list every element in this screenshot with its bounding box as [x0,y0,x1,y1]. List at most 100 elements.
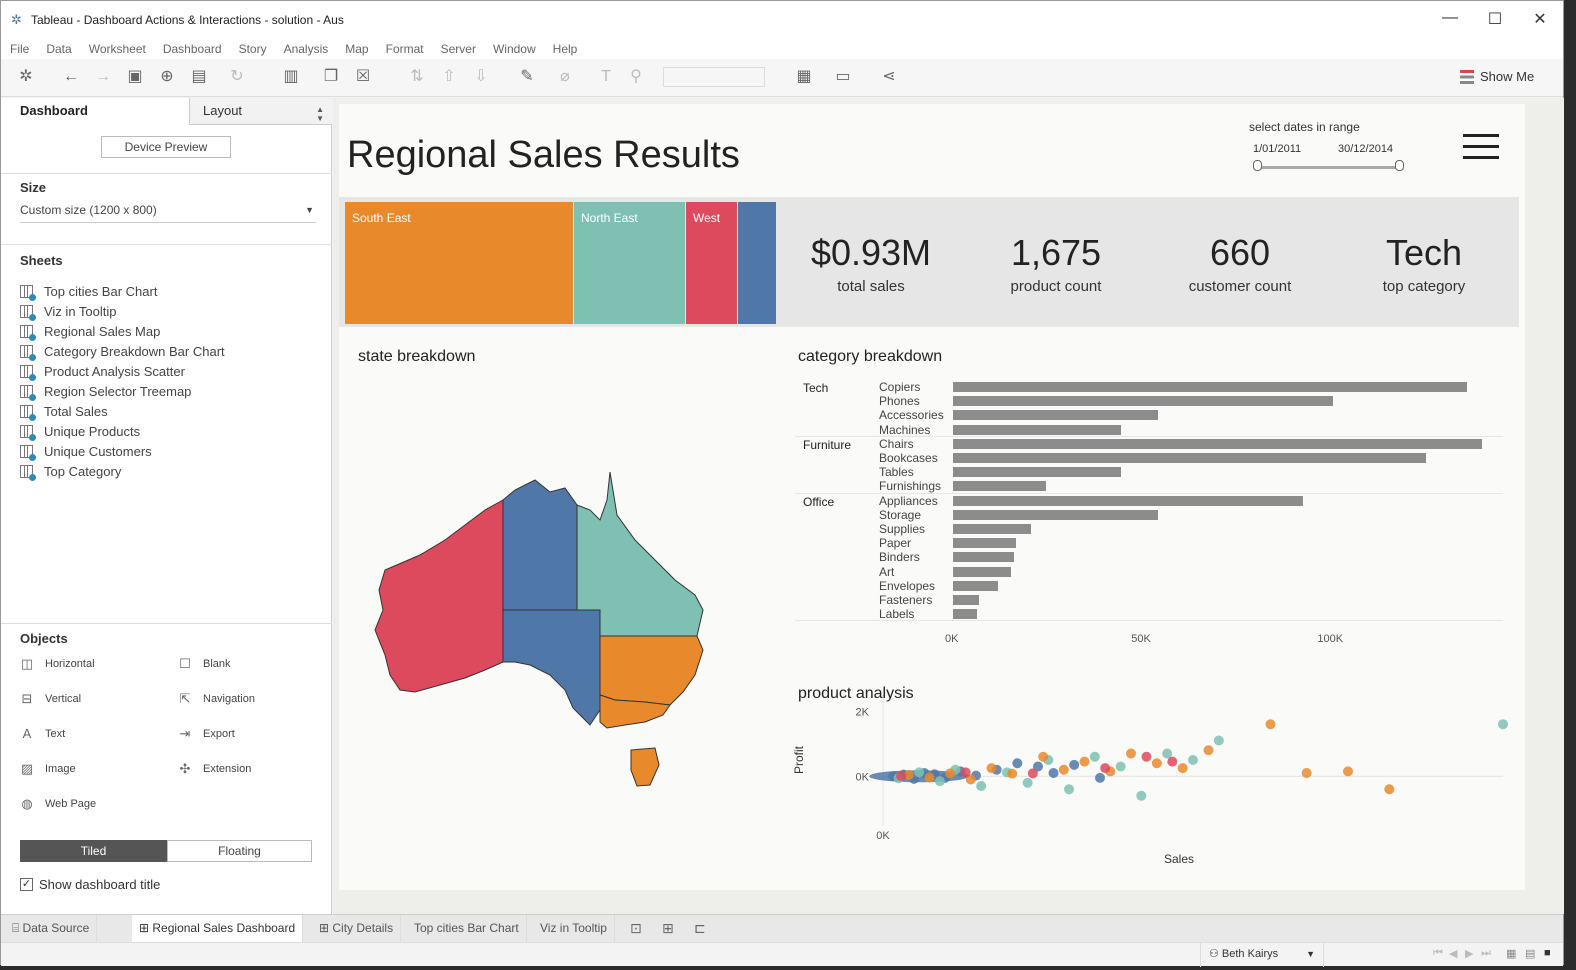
show-me-button[interactable]: Show Me [1460,69,1534,84]
sheet-item[interactable]: Total Sales [20,401,320,421]
sheet-item[interactable]: Viz in Tooltip [20,301,320,321]
object-extension[interactable]: ✣ Extension [178,761,252,777]
device-preview-button[interactable]: Device Preview [101,136,231,158]
sheet-sorter-icon[interactable]: ▦ [1506,947,1516,960]
scatter-point[interactable] [976,781,987,791]
scatter-point[interactable] [896,770,907,781]
scatter-point[interactable] [1384,784,1395,795]
sheet-item[interactable]: Category Breakdown Bar Chart [20,341,320,361]
scatter-point[interactable] [1136,790,1147,801]
scatter-point[interactable] [1301,768,1312,778]
tab-regional-sales-dashboard[interactable]: ⊞ Regional Sales Dashboard [132,915,304,942]
subcategory-bar[interactable] [953,509,1158,520]
presentation-mode-icon[interactable]: ▭ [832,67,854,87]
region-treemap[interactable]: South East North East West [345,202,777,324]
subcategory-bar[interactable] [953,424,1121,435]
fit-view-icon[interactable]: ▦ [793,67,815,87]
subcategory-bar[interactable] [953,580,998,591]
tiled-toggle[interactable]: Tiled [20,840,167,862]
scatter-point[interactable] [960,767,971,778]
product-scatter-plot[interactable]: 2K 0K 0K Profit Sales [787,677,1515,882]
scatter-point[interactable] [1100,763,1111,774]
filmstrip-icon[interactable]: ▤ [1525,947,1535,960]
date-end[interactable]: 30/12/2014 [1338,143,1393,155]
scatter-point[interactable] [1141,751,1152,762]
show-dashboard-title-checkbox[interactable]: ✓ Show dashboard title [20,877,160,892]
subcategory-bar[interactable] [953,524,1032,534]
tab-viz-in-tooltip[interactable]: Viz in Tooltip [533,915,615,942]
scatter-point[interactable] [1048,768,1059,778]
australia-map[interactable] [345,340,779,880]
user-menu[interactable]: ⚇ Beth Kairys ▼ [1200,943,1324,967]
sheet-item[interactable]: Unique Customers [20,441,320,461]
object-image[interactable]: ▨ Image [20,761,76,777]
map-region-tas[interactable] [630,747,660,787]
close-button[interactable]: ✕ [1525,9,1555,29]
scatter-point[interactable] [1167,756,1178,767]
menu-map[interactable]: Map [345,42,368,56]
clear-sheet-icon[interactable]: ☒ [352,67,374,87]
new-worksheet-icon[interactable]: ▥ [280,67,302,87]
object-blank[interactable]: ☐ Blank [178,656,230,672]
subcategory-bar[interactable] [953,566,1011,577]
sort-ascending-icon[interactable]: ⇧ [438,67,460,87]
highlight-icon[interactable]: ✎ [516,67,538,87]
scatter-point[interactable] [914,767,925,778]
slider-end-handle[interactable] [1395,160,1404,171]
size-dropdown[interactable]: Custom size (1200 x 800) ▼ [20,203,316,223]
tab-top-cities-bar-chart[interactable]: Top cities Bar Chart [407,915,527,942]
scatter-point[interactable] [1027,768,1038,779]
subcategory-bar[interactable] [953,467,1121,478]
scatter-point[interactable] [1188,755,1198,765]
scatter-point[interactable] [1213,735,1224,746]
slider-start-handle[interactable] [1253,160,1262,171]
fit-combo-box[interactable] [663,67,765,87]
treemap-cell[interactable]: West [686,202,737,324]
scatter-point[interactable] [945,768,956,779]
scatter-point[interactable] [1089,751,1100,762]
menu-help[interactable]: Help [553,42,578,56]
menu-analysis[interactable]: Analysis [284,42,329,56]
scatter-point[interactable] [1498,719,1508,730]
sheet-item[interactable]: Product Analysis Scatter [20,361,320,381]
menu-data[interactable]: Data [46,42,71,56]
previous-sheet-icon[interactable]: ◀ [1449,947,1457,960]
scatter-point[interactable] [1151,758,1162,769]
map-region-nt[interactable] [502,479,578,611]
date-range-filter[interactable]: select dates in range 1/01/2011 30/12/20… [1249,120,1419,180]
subcategory-bar[interactable] [953,495,1304,506]
subcategory-bar[interactable] [953,453,1426,463]
treemap-cell[interactable] [738,202,776,324]
new-story-tab-icon[interactable]: ⊏ [694,920,706,937]
swap-rows-columns-icon[interactable]: ⇅ [406,67,428,87]
scatter-point[interactable] [1064,784,1074,795]
scatter-point[interactable] [924,772,935,783]
scatter-point[interactable] [1177,763,1188,774]
new-dashboard-tab-icon[interactable]: ⊞ [662,920,674,937]
save-icon[interactable]: ▣ [124,67,146,87]
subcategory-bar[interactable] [953,382,1467,392]
sheet-item[interactable]: Region Selector Treemap [20,381,320,401]
subcategory-bar[interactable] [953,609,978,620]
object-text[interactable]: A Text [20,726,66,741]
hamburger-menu-icon[interactable] [1463,134,1499,160]
sheet-item[interactable]: Top cities Bar Chart [20,281,320,301]
date-slider-track[interactable] [1257,166,1399,169]
tab-layout[interactable]: Layout ▲ ▼ [189,98,332,125]
redo-icon[interactable]: → [92,67,114,87]
map-region-wa[interactable] [374,499,504,693]
scatter-point[interactable] [1126,748,1136,759]
scatter-point[interactable] [1115,761,1126,772]
menu-window[interactable]: Window [493,42,536,56]
map-region-sa[interactable] [502,609,601,726]
subcategory-bar[interactable] [953,481,1047,492]
tab-dashboard[interactable]: Dashboard [20,103,88,118]
fix-axes-icon[interactable]: ⚲ [625,67,647,87]
scatter-point[interactable] [1343,766,1353,777]
category-bar-chart[interactable]: Tech Copiers Phones Accessories Machines Furn… [787,340,1515,665]
object-export[interactable]: ⇥ Export [178,726,235,742]
first-sheet-icon[interactable]: ⏮ [1433,947,1443,960]
scatter-point[interactable] [1079,756,1090,767]
share-icon[interactable]: ⋖ [878,67,900,87]
menu-worksheet[interactable]: Worksheet [89,42,146,56]
